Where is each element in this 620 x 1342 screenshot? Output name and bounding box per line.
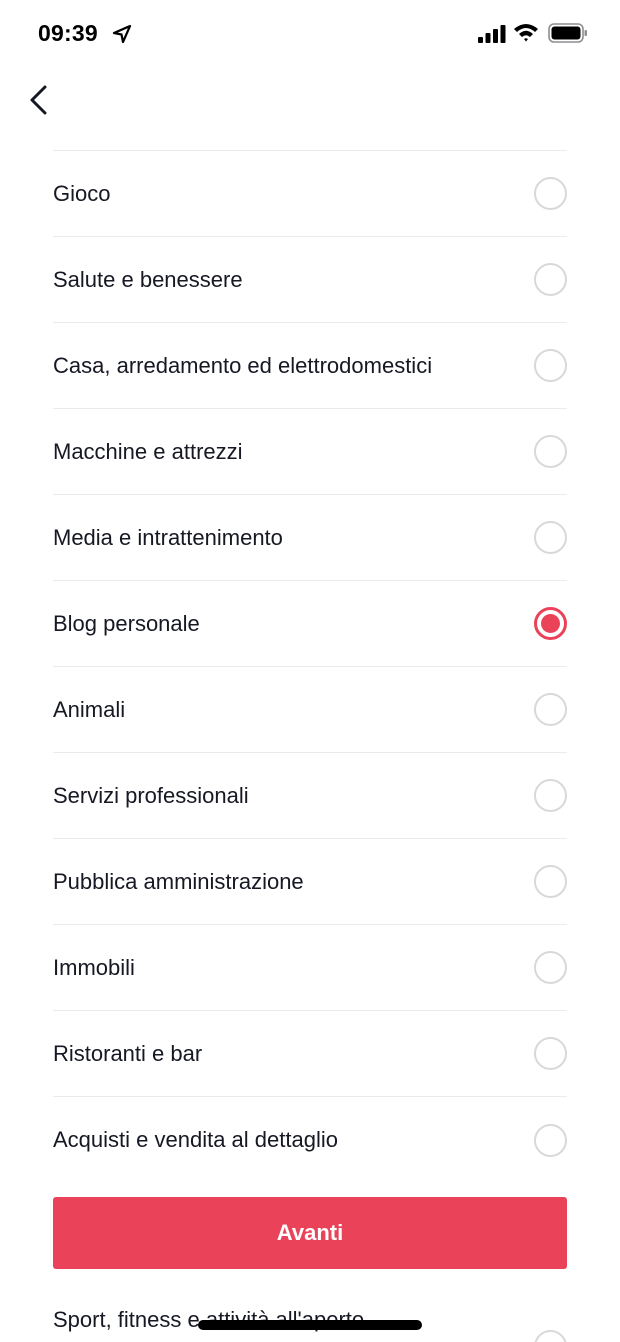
cellular-signal-icon: [478, 25, 506, 43]
radio-button[interactable]: [534, 865, 567, 898]
radio-button[interactable]: [534, 521, 567, 554]
option-label: Ristoranti e bar: [53, 1040, 203, 1066]
option-label: Servizi professionali: [53, 782, 249, 808]
chevron-left-icon: [30, 85, 47, 115]
status-bar: 09:39: [0, 0, 620, 66]
list-item[interactable]: Casa, arredamento ed elettrodomestici: [53, 323, 567, 409]
option-label: Salute e benessere: [53, 266, 243, 292]
option-label: Macchine e attrezzi: [53, 438, 243, 464]
option-label: Gioco: [53, 180, 111, 206]
list-item[interactable]: Animali: [53, 667, 567, 753]
radio-button[interactable]: [534, 779, 567, 812]
category-option-list: Gioco Salute e benessere Casa, arredamento…: [53, 151, 567, 1183]
list-item[interactable]: Macchine e attrezzi: [53, 409, 567, 495]
radio-button[interactable]: [534, 693, 567, 726]
option-label: Acquisti e vendita al dettaglio: [53, 1127, 338, 1152]
list-item[interactable]: Servizi professionali: [53, 753, 567, 839]
radio-button-selected[interactable]: [534, 607, 567, 640]
radio-button[interactable]: [534, 1037, 567, 1070]
radio-button[interactable]: [534, 1123, 567, 1157]
list-item[interactable]: Gioco: [53, 151, 567, 237]
back-button[interactable]: [22, 80, 58, 120]
list-item[interactable]: Pubblica amministrazione: [53, 839, 567, 925]
status-time: 09:39: [38, 20, 98, 46]
list-item[interactable]: Acquisti e vendita al dettaglio: [53, 1097, 567, 1183]
list-item[interactable]: Media e intrattenimento: [53, 495, 567, 581]
option-label: Immobili: [53, 954, 135, 980]
location-arrow-icon: [112, 24, 132, 44]
radio-button[interactable]: [534, 263, 567, 296]
radio-button[interactable]: [534, 177, 567, 210]
category-selection-screen: 09:39 Gioco Salute e benessere Casa, arred…: [0, 0, 620, 1342]
radio-button[interactable]: [534, 435, 567, 468]
option-label: Media e intrattenimento: [53, 524, 283, 550]
list-item[interactable]: Blog personale: [53, 581, 567, 667]
option-label: Casa, arredamento ed elettrodomestici: [53, 352, 433, 378]
list-item[interactable]: Salute e benessere: [53, 237, 567, 323]
radio-button[interactable]: [534, 349, 567, 382]
option-label: Animali: [53, 696, 126, 722]
list-item[interactable]: Ristoranti e bar: [53, 1011, 567, 1097]
wifi-icon: [514, 24, 538, 42]
radio-button[interactable]: [534, 1330, 567, 1342]
home-indicator: [198, 1320, 422, 1330]
option-label: Blog personale: [53, 610, 200, 636]
list-item[interactable]: Immobili: [53, 925, 567, 1011]
radio-button[interactable]: [534, 951, 567, 984]
battery-icon: [548, 23, 587, 43]
option-label: Pubblica amministrazione: [53, 868, 304, 894]
next-button[interactable]: Avanti: [53, 1197, 567, 1269]
